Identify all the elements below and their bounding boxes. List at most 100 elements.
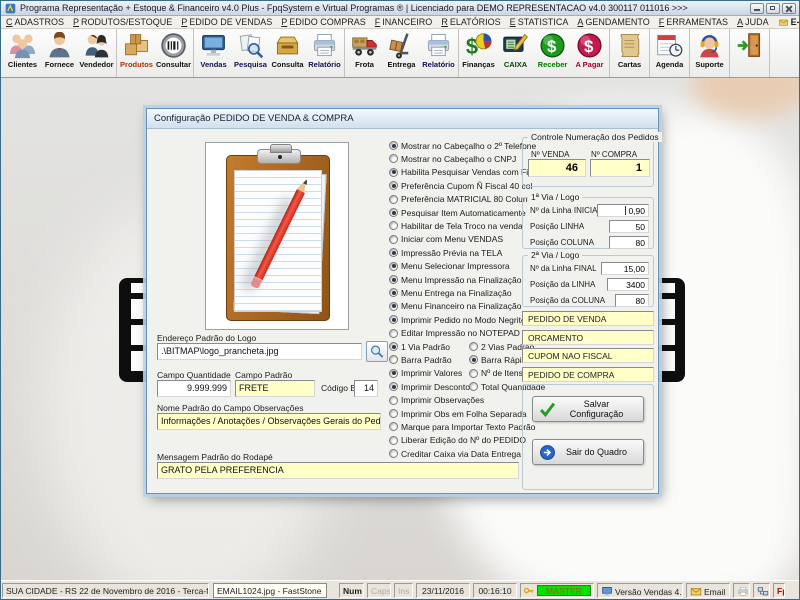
option-impress-o-pr-via-na-tela[interactable]: Impressão Prévia na TELA <box>389 246 502 259</box>
radio-icon[interactable] <box>389 168 398 177</box>
option-mostrar-no-cabe-alho-o-cnpj[interactable]: Mostrar no Cabeçalho o CNPJ <box>389 152 516 165</box>
radio-icon[interactable] <box>389 302 398 311</box>
option-imprimir-obs-em-folha-separada[interactable]: Imprimir Obs em Folha Separada <box>389 407 527 420</box>
radio-icon[interactable] <box>389 369 398 378</box>
option-imprimir-valores[interactable]: Imprimir Valores <box>389 367 462 380</box>
option-menu-selecionar-impressora[interactable]: Menu Selecionar Impressora <box>389 260 510 273</box>
toolbar-button-cartas[interactable]: Cartas <box>611 29 648 77</box>
radio-icon[interactable] <box>389 449 398 458</box>
menu-estatistica[interactable]: ESTATISTICA <box>510 17 569 27</box>
obs-field[interactable]: Informações / Anotações / Observações Ge… <box>157 413 381 430</box>
option-imprimir-pedido-no-modo-negrit[interactable]: Imprimir Pedido no Modo Negrito <box>389 313 526 326</box>
menu-agendamento[interactable]: AGENDAMENTO <box>577 17 649 27</box>
toolbar-button-frota[interactable]: Frota <box>346 29 383 77</box>
restore-button[interactable] <box>766 3 780 14</box>
doc-field-orcamento[interactable]: ORCAMENTO <box>522 330 654 345</box>
toolbar-button-fornece[interactable]: Fornece <box>41 29 78 77</box>
toolbar-button-entrega[interactable]: Entrega <box>383 29 420 77</box>
toolbar-button-agenda[interactable]: Agenda <box>651 29 688 77</box>
via1-row-field[interactable]: 0,90 <box>597 204 649 217</box>
radio-icon[interactable] <box>389 315 398 324</box>
radio-icon[interactable] <box>389 195 398 204</box>
via2-row-field[interactable]: 80 <box>615 294 649 307</box>
radio-icon[interactable] <box>389 154 398 163</box>
option-menu-impress-o-na-finaliza-o[interactable]: Menu Impressão na Finalização <box>389 273 521 286</box>
option-prefer-ncia-cupom-fiscal-40-co[interactable]: Preferência Cupom Ñ Fiscal 40 col <box>389 179 532 192</box>
qty-field[interactable]: 9.999.999 <box>157 380 231 397</box>
option-imprimir-descontos[interactable]: Imprimir Descontos <box>389 380 474 393</box>
browse-logo-button[interactable] <box>366 341 388 362</box>
radio-icon[interactable] <box>389 342 398 351</box>
doc-field-pedido-de-venda[interactable]: PEDIDO DE VENDA <box>522 311 654 326</box>
toolbar-button-consulta[interactable]: Consulta <box>269 29 306 77</box>
save-config-button[interactable]: Salvar Configuração <box>532 396 644 422</box>
option-editar-impress-o-no-notepad[interactable]: Editar Impressão no NOTEPAD <box>389 327 520 340</box>
menu-pedido-de-vendas[interactable]: PEDIDO DE VENDAS <box>181 17 272 27</box>
toolbar-button-relat-rio[interactable]: Relatório <box>420 29 457 77</box>
venda-number-field[interactable]: 46 <box>528 159 586 177</box>
option-marque-para-importar-texto-pad[interactable]: Marque para Importar Texto Padrão <box>389 420 536 433</box>
doc-field-cupom-nao-fiscal[interactable]: CUPOM NAO FISCAL <box>522 348 654 363</box>
radio-icon[interactable] <box>389 436 398 445</box>
option-1-via-padr-o[interactable]: 1 Via Padrão <box>389 340 450 353</box>
minimize-button[interactable] <box>750 3 764 14</box>
via2-row-field[interactable]: 3400 <box>607 278 649 291</box>
option-habilitar-de-tela-troco-na-ven[interactable]: Habilitar de Tela Troco na venda <box>389 219 523 232</box>
via2-row-field[interactable]: 15,00 <box>601 262 649 275</box>
toolbar-button-relat-rio[interactable]: Relatório <box>306 29 343 77</box>
toolbar-button-pesquisa[interactable]: Pesquisa <box>232 29 269 77</box>
toolbar-button-receber[interactable]: $Receber <box>534 29 571 77</box>
radio-icon[interactable] <box>389 329 398 338</box>
toolbar-button-clientes[interactable]: Clientes <box>4 29 41 77</box>
radio-icon[interactable] <box>389 262 398 271</box>
option-prefer-ncia-matricial-80-colun[interactable]: Preferência MATRICIAL 80 Colunas <box>389 193 537 206</box>
radio-icon[interactable] <box>389 181 398 190</box>
menu-ajuda[interactable]: AJUDA <box>737 17 769 27</box>
status-email[interactable]: Email <box>686 583 730 598</box>
option-iniciar-com-menu-vendas[interactable]: Iniciar com Menu VENDAS <box>389 233 503 246</box>
menu-ferramentas[interactable]: FERRAMENTAS <box>659 17 728 27</box>
radio-icon[interactable] <box>389 288 398 297</box>
toolbar-button-produtos[interactable]: Produtos <box>118 29 155 77</box>
radio-icon[interactable] <box>469 369 478 378</box>
radio-icon[interactable] <box>389 396 398 405</box>
menu-financeiro[interactable]: FINANCEIRO <box>375 17 433 27</box>
logo-path-field[interactable]: .\BITMAP\logo_prancheta.jpg <box>157 343 362 360</box>
radio-icon[interactable] <box>389 275 398 284</box>
toolbar-button-vendedor[interactable]: Vendedor <box>78 29 115 77</box>
radio-icon[interactable] <box>389 382 398 391</box>
toolbar-button-vendas[interactable]: Vendas <box>195 29 232 77</box>
radio-icon[interactable] <box>389 422 398 431</box>
radio-icon[interactable] <box>389 221 398 230</box>
menu-email[interactable]: E-MAIL <box>778 17 800 27</box>
toolbar-button-consultar[interactable]: Consultar <box>155 29 192 77</box>
radio-icon[interactable] <box>469 342 478 351</box>
exit-dialog-button[interactable]: Sair do Quadro <box>532 439 644 465</box>
toolbar-button-a-pagar[interactable]: $A Pagar <box>571 29 608 77</box>
option-barra-padr-o[interactable]: Barra Padrão <box>389 353 452 366</box>
menu-cadastros[interactable]: CADASTROS <box>6 17 64 27</box>
option-habilita-pesquisar-vendas-com-[interactable]: Habilita Pesquisar Vendas com Filtro <box>389 166 540 179</box>
barcode-field[interactable]: 14 <box>354 380 378 397</box>
radio-icon[interactable] <box>389 235 398 244</box>
option-menu-entrega-na-finaliza-o[interactable]: Menu Entrega na Finalização <box>389 286 512 299</box>
option-liberar-edi-o-do-n-do-pedido[interactable]: Liberar Edição do Nº do PEDIDO <box>389 434 526 447</box>
option-pesquisar-item-automaticamente[interactable]: Pesquisar Item Automaticamente <box>389 206 526 219</box>
status-printer[interactable] <box>733 583 750 598</box>
close-button[interactable] <box>782 3 796 14</box>
option-n-de-itens[interactable]: Nº de Itens <box>469 367 523 380</box>
menu-produtos-estoque[interactable]: PRODUTOS/ESTOQUE <box>73 17 172 27</box>
option-creditar-caixa-via-data-entreg[interactable]: Creditar Caixa via Data Entrega <box>389 447 521 460</box>
compra-number-field[interactable]: 1 <box>590 159 650 177</box>
toolbar-button-exit-icon[interactable] <box>731 29 768 77</box>
toolbar-button-suporte[interactable]: Suporte <box>691 29 728 77</box>
option-imprimir-observa-es[interactable]: Imprimir Observações <box>389 394 484 407</box>
doc-field-pedido-de-compra[interactable]: PEDIDO DE COMPRA <box>522 367 654 382</box>
via1-row-field[interactable]: 80 <box>609 236 649 249</box>
option-mostrar-no-cabe-alho-o-2-telef[interactable]: Mostrar no Cabeçalho o 2º Telefone <box>389 139 536 152</box>
toolbar-button-finan-as[interactable]: $Finanças <box>460 29 497 77</box>
menu-pedido-compras[interactable]: PEDIDO COMPRAS <box>281 17 366 27</box>
radio-icon[interactable] <box>389 141 398 150</box>
campo-padrao-field[interactable]: FRETE <box>235 380 315 397</box>
via1-row-field[interactable]: 50 <box>609 220 649 233</box>
